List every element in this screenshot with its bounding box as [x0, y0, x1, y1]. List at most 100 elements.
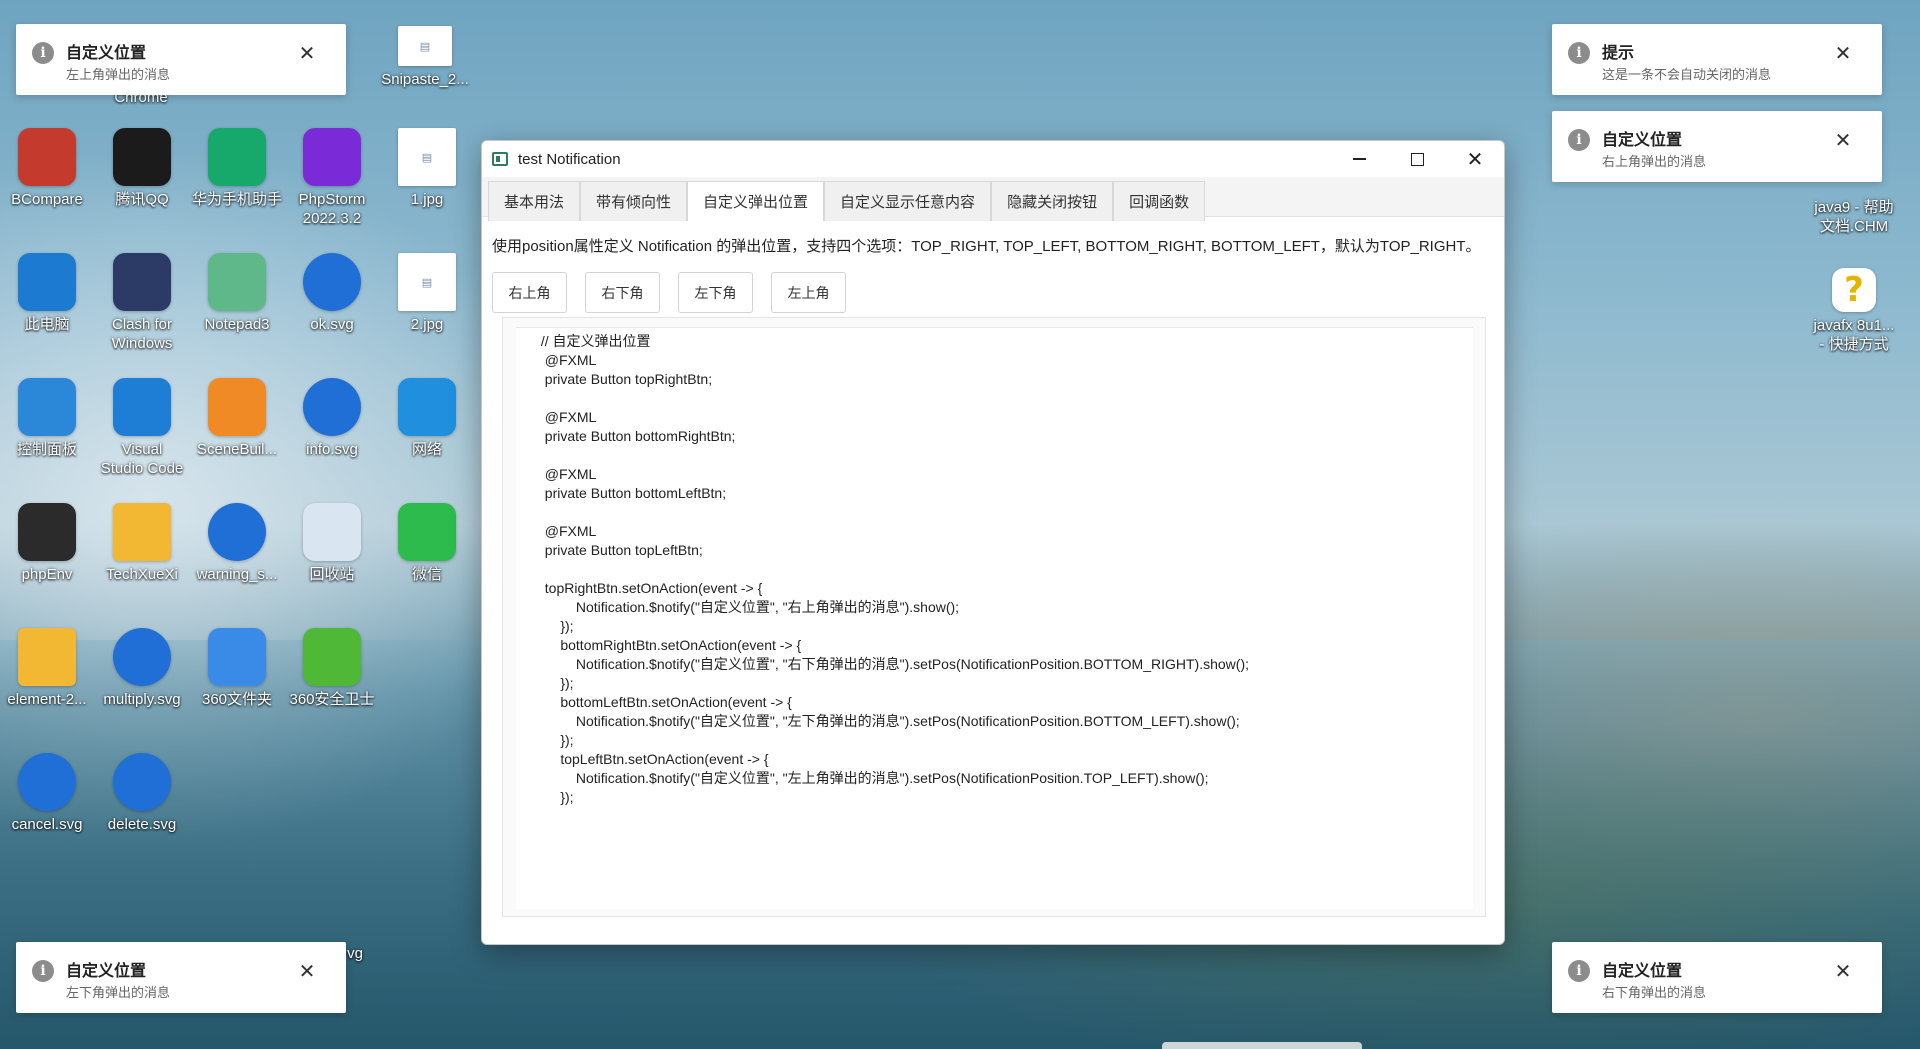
info-icon: i	[1568, 129, 1590, 151]
tab-hide-close-button[interactable]: 隐藏关闭按钮	[991, 181, 1114, 221]
tab-label: 自定义弹出位置	[703, 194, 809, 211]
notification-top-right-hint: i 提示 这是一条不会自动关闭的消息 ✕	[1552, 24, 1882, 95]
desktop-icon[interactable]: 360安全卫士	[285, 628, 379, 709]
notification-message: 这是一条不会自动关闭的消息	[1602, 67, 1772, 82]
window-title: test Notification	[518, 150, 621, 168]
desktop-icon-label: warning_s...	[196, 566, 278, 583]
desktop-icon[interactable]: TechXueXi	[95, 503, 189, 584]
phpenv-icon	[18, 503, 76, 561]
desktop-icon[interactable]: Clash for Windows	[95, 253, 189, 353]
info-icon: i	[1568, 42, 1590, 64]
desktop-icon[interactable]: info.svg	[285, 378, 379, 459]
desktop-icon[interactable]: 华为手机助手	[190, 128, 284, 209]
scenebuilder-icon	[208, 378, 266, 436]
360-security-icon	[303, 628, 361, 686]
tab-basic-usage[interactable]: 基本用法	[488, 181, 581, 221]
minimize-button[interactable]	[1330, 141, 1388, 177]
360-folder-icon	[208, 628, 266, 686]
desktop-icon[interactable]: Visual Studio Code	[95, 378, 189, 478]
close-icon[interactable]: ✕	[1832, 960, 1854, 982]
code-viewer[interactable]: // 自定义弹出位置 @FXML private Button topRight…	[516, 327, 1473, 909]
edge-icon	[303, 378, 361, 436]
close-icon[interactable]: ✕	[1832, 42, 1854, 64]
notification-message: 左下角弹出的消息	[66, 985, 171, 1000]
notification-message: 右下角弹出的消息	[1602, 985, 1707, 1000]
bottom-right-button[interactable]: 右下角	[585, 272, 660, 313]
desktop-icon-label: 360安全卫士	[289, 691, 375, 708]
desktop-icon[interactable]: 此电脑	[0, 253, 94, 334]
tab-with-type[interactable]: 带有倾向性	[580, 181, 688, 221]
tab-label: 隐藏关闭按钮	[1007, 194, 1098, 211]
close-icon[interactable]: ✕	[1832, 129, 1854, 151]
desktop-icon[interactable]: cancel.svg	[0, 753, 94, 834]
tab-callback[interactable]: 回调函数	[1113, 181, 1206, 221]
desktop-icon-label: cancel.svg	[11, 816, 83, 833]
top-left-button[interactable]: 左上角	[771, 272, 846, 313]
desktop-icon-label: BCompare	[11, 191, 83, 208]
tab-bar: 基本用法 带有倾向性 自定义弹出位置 自定义显示任意内容 隐藏关闭按钮 回调函数	[482, 177, 1504, 221]
desktop-icon-label: 控制面板	[16, 441, 77, 458]
desktop-icon[interactable]: ▤ 2.jpg	[380, 253, 474, 334]
maximize-button[interactable]	[1388, 141, 1446, 177]
desktop-icon[interactable]: 微信	[380, 503, 474, 584]
code-panel: // 自定义弹出位置 @FXML private Button topRight…	[502, 317, 1486, 917]
notepad3-icon	[208, 253, 266, 311]
desktop-icon[interactable]: 腾讯QQ	[95, 128, 189, 209]
desktop-icon-snipaste[interactable]: ▤ Snipaste_2...	[378, 26, 472, 89]
desktop-icon[interactable]: warning_s...	[190, 503, 284, 584]
desktop-icon-label: PhpStorm 2022.3.2	[298, 191, 366, 227]
desktop-icon[interactable]: 360文件夹	[190, 628, 284, 709]
notification-message: 左上角弹出的消息	[66, 67, 171, 82]
desktop-icon[interactable]: Notepad3	[190, 253, 284, 334]
close-window-button[interactable]: ✕	[1446, 141, 1504, 177]
notification-title: 提示	[1602, 45, 1635, 62]
top-right-button[interactable]: 右上角	[492, 272, 567, 313]
info-icon: i	[1568, 960, 1590, 982]
desktop-icon-java9-chm[interactable]: java9 - 帮助 文档.CHM	[1804, 194, 1904, 236]
tab-custom-position[interactable]: 自定义弹出位置	[687, 181, 825, 221]
help-file-icon: ?	[1832, 268, 1876, 312]
notification-title: 自定义位置	[66, 45, 147, 62]
desktop-icon-label: 2.jpg	[410, 316, 444, 333]
close-icon[interactable]: ✕	[296, 960, 318, 982]
desktop-icon-javafx-shortcut[interactable]: ? javafx 8u1... - 快捷方式	[1804, 268, 1904, 354]
notification-top-right: i 自定义位置 右上角弹出的消息 ✕	[1552, 111, 1882, 182]
clash-icon	[113, 253, 171, 311]
desktop-icon-label: element-2...	[7, 691, 87, 708]
desktop-icon[interactable]: element-2...	[0, 628, 94, 709]
desktop-icon[interactable]: 回收站	[285, 503, 379, 584]
bottom-left-button[interactable]: 左下角	[678, 272, 753, 313]
desktop-icon[interactable]: multiply.svg	[95, 628, 189, 709]
wechat-icon	[398, 503, 456, 561]
huawei-assistant-icon	[208, 128, 266, 186]
close-icon: ✕	[1466, 147, 1484, 171]
bcompare-icon	[18, 128, 76, 186]
desktop-icon-label: javafx 8u1... - 快捷方式	[1813, 317, 1895, 353]
desktop-icon-label: Visual Studio Code	[100, 441, 184, 477]
desktop-icon[interactable]: BCompare	[0, 128, 94, 209]
title-bar[interactable]: test Notification ✕	[482, 141, 1504, 177]
desktop-icon[interactable]: ▤ 1.jpg	[380, 128, 474, 209]
desktop-icon-label: 网络	[411, 441, 442, 458]
edge-icon	[18, 753, 76, 811]
recycle-bin-icon	[303, 503, 361, 561]
desktop-icon[interactable]: 控制面板	[0, 378, 94, 459]
vscode-icon	[113, 378, 171, 436]
desktop-icon[interactable]: PhpStorm 2022.3.2	[285, 128, 379, 228]
taskbar-edge[interactable]	[1162, 1042, 1362, 1049]
desktop-icon[interactable]: 网络	[380, 378, 474, 459]
desktop-icon[interactable]: delete.svg	[95, 753, 189, 834]
info-icon: i	[32, 960, 54, 982]
control-panel-icon	[18, 378, 76, 436]
desktop-icon-label: phpEnv	[21, 566, 73, 583]
code-sample: // 自定义弹出位置 @FXML private Button topRight…	[540, 333, 1249, 805]
desktop-icon[interactable]: SceneBuil...	[190, 378, 284, 459]
tab-custom-content[interactable]: 自定义显示任意内容	[824, 181, 992, 221]
notification-bottom-right: i 自定义位置 右下角弹出的消息 ✕	[1552, 942, 1882, 1013]
close-icon[interactable]: ✕	[296, 42, 318, 64]
desktop-icon[interactable]: ok.svg	[285, 253, 379, 334]
notification-message: 右上角弹出的消息	[1602, 154, 1707, 169]
desktop-icon-label: java9 - 帮助 文档.CHM	[1814, 199, 1894, 235]
desktop-icon[interactable]: phpEnv	[0, 503, 94, 584]
tab-label: 带有倾向性	[596, 194, 672, 211]
